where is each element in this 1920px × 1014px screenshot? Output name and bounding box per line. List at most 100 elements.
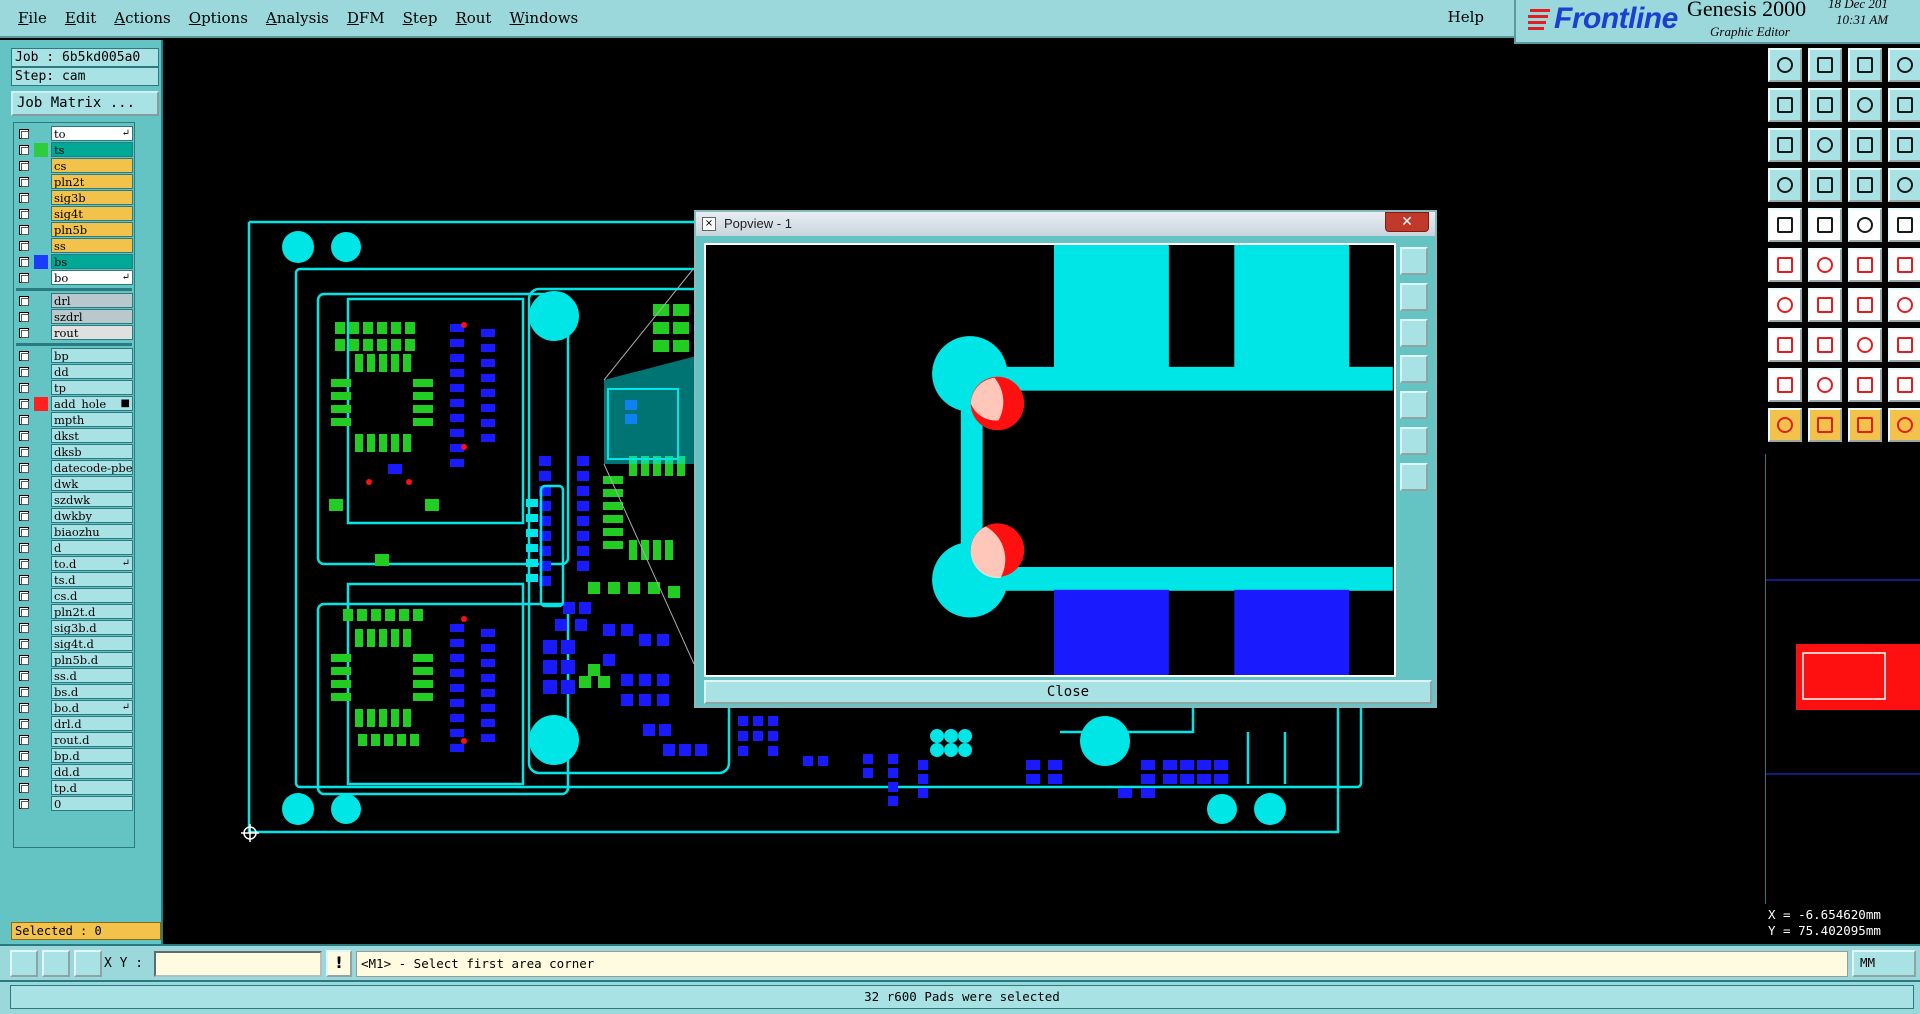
layer-color-swatch[interactable]: [34, 159, 48, 173]
measure-icon[interactable]: [1768, 168, 1802, 202]
layer-color-swatch[interactable]: [34, 605, 48, 619]
layer-row-ts[interactable]: ts: [16, 142, 134, 157]
layer-checkbox[interactable]: [19, 639, 29, 649]
select-multi-icon[interactable]: [1888, 408, 1920, 442]
layer-name[interactable]: dd: [51, 364, 133, 379]
select-arrow-icon[interactable]: [1768, 408, 1802, 442]
layer-name[interactable]: bp.d: [51, 748, 133, 763]
layer-row-szdrl[interactable]: szdrl: [16, 309, 134, 324]
layer-name[interactable]: dwk: [51, 476, 133, 491]
layer-color-swatch[interactable]: [34, 621, 48, 635]
menu-actions[interactable]: Actions: [114, 9, 170, 27]
red-rect-icon[interactable]: [1768, 328, 1802, 362]
layer-row-bo-d[interactable]: bo.d ↵: [16, 700, 134, 715]
layer-name[interactable]: datecode-pbe: [51, 460, 133, 475]
add-line-icon[interactable]: [1808, 208, 1842, 242]
layer-name[interactable]: sig4t.d: [51, 636, 133, 651]
layer-row-rout-d[interactable]: rout.d: [16, 732, 134, 747]
layer-color-swatch[interactable]: [34, 765, 48, 779]
layer-checkbox[interactable]: [19, 511, 29, 521]
layer-name[interactable]: add_hole ■: [51, 396, 133, 411]
layer-checkbox[interactable]: [19, 591, 29, 601]
layer-name[interactable]: ss.d: [51, 668, 133, 683]
layer-name[interactable]: rout.d: [51, 732, 133, 747]
menu-edit[interactable]: Edit: [65, 9, 96, 27]
layer-color-swatch[interactable]: [34, 589, 48, 603]
layer-checkbox[interactable]: [19, 767, 29, 777]
layer-row-bp-d[interactable]: bp.d: [16, 748, 134, 763]
layer-name[interactable]: dksb: [51, 444, 133, 459]
layer-color-swatch[interactable]: [34, 653, 48, 667]
menu-file[interactable]: File: [18, 9, 47, 27]
layer-row-dd[interactable]: dd: [16, 364, 134, 379]
layer-name[interactable]: rout: [51, 325, 133, 340]
layer-row-dd-d[interactable]: dd.d: [16, 764, 134, 779]
add-text-icon[interactable]: [1888, 208, 1920, 242]
layer-row-tp[interactable]: tp: [16, 380, 134, 395]
layer-color-swatch[interactable]: [34, 781, 48, 795]
layer-row-dwkby[interactable]: dwkby: [16, 508, 134, 523]
layer-checkbox[interactable]: [19, 431, 29, 441]
layer-checkbox[interactable]: [19, 415, 29, 425]
layer-row-ss-d[interactable]: ss.d: [16, 668, 134, 683]
pan-left-icon[interactable]: [1400, 355, 1428, 383]
layer-checkbox[interactable]: [19, 161, 29, 171]
layer-checkbox[interactable]: [19, 463, 29, 473]
zoom-window-icon[interactable]: [1400, 247, 1428, 275]
multi-icon[interactable]: [1888, 328, 1920, 362]
layer-checkbox[interactable]: [19, 383, 29, 393]
layer-checkbox[interactable]: [19, 559, 29, 569]
rotate-icon[interactable]: [1848, 288, 1882, 322]
layer-checkbox[interactable]: [19, 193, 29, 203]
layer-color-swatch[interactable]: [34, 310, 48, 324]
scroll-icon[interactable]: [1888, 88, 1920, 122]
layer-color-swatch[interactable]: [34, 255, 48, 269]
layer-name[interactable]: szdwk: [51, 492, 133, 507]
menu-options[interactable]: Options: [189, 9, 248, 27]
zoom-out-icon[interactable]: [1400, 319, 1428, 347]
layer-color-swatch[interactable]: [34, 191, 48, 205]
center-icon[interactable]: [1808, 128, 1842, 162]
layer-checkbox[interactable]: [19, 751, 29, 761]
job-matrix-button[interactable]: Job Matrix ...: [11, 91, 159, 116]
layer-checkbox[interactable]: [19, 479, 29, 489]
layer-color-swatch[interactable]: [34, 733, 48, 747]
layer-name[interactable]: ts.d: [51, 572, 133, 587]
select-net-icon[interactable]: [1848, 408, 1882, 442]
layer-color-swatch[interactable]: [34, 397, 48, 411]
popview-close-button[interactable]: Close: [704, 680, 1432, 704]
layer-color-swatch[interactable]: [34, 207, 48, 221]
layer-checkbox[interactable]: [19, 296, 29, 306]
layer-name[interactable]: d: [51, 540, 133, 555]
layer-color-swatch[interactable]: [34, 637, 48, 651]
layer-name[interactable]: drl.d: [51, 716, 133, 731]
pan-right-icon[interactable]: [1400, 391, 1428, 419]
layer-name[interactable]: tp: [51, 380, 133, 395]
slope-icon[interactable]: [1808, 288, 1842, 322]
zoom-in-icon[interactable]: [1808, 48, 1842, 82]
measure-mode-icon[interactable]: [42, 950, 70, 977]
red-line-icon[interactable]: [1808, 328, 1842, 362]
layer-checkbox[interactable]: [19, 209, 29, 219]
layer-checkbox[interactable]: [19, 687, 29, 697]
layer-name[interactable]: pln5b: [51, 222, 133, 237]
layer-row-ts-d[interactable]: ts.d: [16, 572, 134, 587]
layer-color-swatch[interactable]: [34, 271, 48, 285]
layer-color-swatch[interactable]: [34, 445, 48, 459]
layer-checkbox[interactable]: [19, 129, 29, 139]
layer-row-pln5b-d[interactable]: pln5b.d: [16, 652, 134, 667]
layer-row-sig4t-d[interactable]: sig4t.d: [16, 636, 134, 651]
layer-checkbox[interactable]: [19, 735, 29, 745]
layer-checkbox[interactable]: [19, 367, 29, 377]
pan-left-icon[interactable]: [1768, 88, 1802, 122]
layer-color-swatch[interactable]: [34, 701, 48, 715]
triangle-out-icon[interactable]: [1808, 368, 1842, 402]
layer-name[interactable]: bo ↵: [51, 270, 133, 285]
select-box-icon[interactable]: [1808, 408, 1842, 442]
layer-name[interactable]: 0: [51, 796, 133, 811]
diagonal-icon[interactable]: [1848, 248, 1882, 282]
red-pad-icon[interactable]: [1888, 288, 1920, 322]
add-pad-icon[interactable]: [1768, 208, 1802, 242]
layer-row-pln2t[interactable]: pln2t: [16, 174, 134, 189]
layer-name[interactable]: dd.d: [51, 764, 133, 779]
